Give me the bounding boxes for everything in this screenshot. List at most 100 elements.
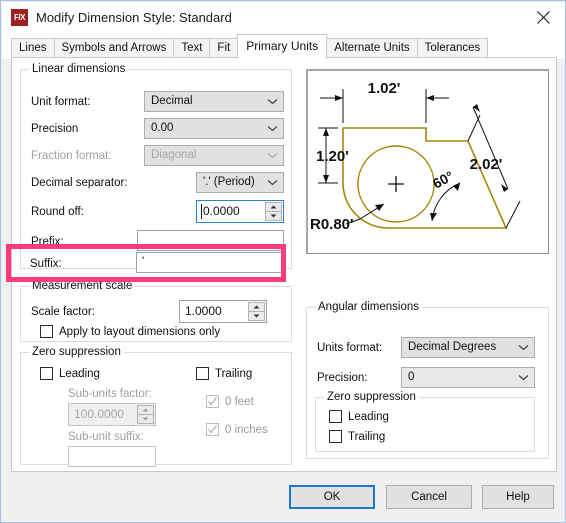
checkbox-box	[329, 430, 342, 443]
zero-suppression-angular-legend: Zero suppression	[324, 391, 419, 403]
zero-suppression-angular-group: Zero suppression Leading Trailing	[315, 391, 535, 452]
cancel-button[interactable]: Cancel	[386, 485, 472, 509]
angular-precision-combo[interactable]: 0	[401, 367, 535, 388]
scale-factor-spinner[interactable]: 1.0000	[179, 300, 267, 323]
linear-dimensions-group: Linear dimensions Unit format: Decimal P…	[20, 63, 292, 269]
sub-unit-suffix-label: Sub-unit suffix:	[68, 431, 144, 443]
apply-to-layout-dimensions-checkbox[interactable]: Apply to layout dimensions only	[40, 325, 220, 338]
angular-leading-label: Leading	[348, 410, 389, 423]
tab-text[interactable]: Text	[173, 38, 211, 59]
fraction-format-label: Fraction format:	[31, 150, 112, 162]
angular-leading-checkbox[interactable]: Leading	[329, 410, 389, 423]
unit-format-label: Unit format:	[31, 96, 91, 108]
angular-dimensions-group: Angular dimensions Units format: Decimal…	[306, 301, 549, 459]
tab-strip: Lines Symbols and Arrows Text Fit Primar…	[2, 32, 565, 59]
zero-feet-checkbox: 0 feet	[206, 395, 254, 408]
round-off-spin-buttons[interactable]	[265, 202, 282, 221]
help-button[interactable]: Help	[482, 485, 554, 509]
checkbox-box-checked	[206, 395, 219, 408]
checkbox-box	[40, 325, 53, 338]
preview-left-height-label: 1.20'	[316, 148, 349, 165]
checkbox-box	[40, 367, 53, 380]
sub-units-factor-label: Sub-units factor:	[68, 388, 152, 400]
chevron-down-icon	[518, 368, 529, 387]
spinner-down-icon	[137, 415, 154, 424]
decimal-separator-label: Decimal separator:	[31, 177, 128, 189]
preview-slant-length-label: 2.02'	[470, 156, 503, 173]
angular-precision-value: 0	[408, 371, 415, 383]
spinner-up-icon[interactable]	[248, 302, 265, 312]
prefix-label: Prefix:	[31, 236, 64, 248]
tab-list: Lines Symbols and Arrows Text Fit Primar…	[11, 32, 489, 59]
suffix-input[interactable]: '	[136, 252, 283, 273]
round-off-spinner[interactable]: 0.0000	[196, 200, 284, 223]
checkbox-box-checked	[206, 423, 219, 436]
angular-dimensions-legend: Angular dimensions	[315, 301, 423, 313]
scale-factor-spin-buttons[interactable]	[248, 302, 265, 321]
decimal-separator-combo[interactable]: '.' (Period)	[196, 172, 284, 193]
preview-radius-label: R0.80'	[310, 216, 354, 233]
angular-trailing-label: Trailing	[348, 430, 386, 443]
tab-fit[interactable]: Fit	[209, 38, 239, 59]
linear-trailing-checkbox[interactable]: Trailing	[196, 367, 252, 380]
angular-units-format-label: Units format:	[317, 342, 383, 354]
dimension-style-preview: 1.02' 1.20' 2.02' 60° R0.80'	[306, 69, 549, 254]
modify-dimension-style-dialog: F/X Modify Dimension Style: Standard Lin…	[0, 0, 566, 523]
suffix-label: Suffix:	[30, 258, 62, 270]
tab-alternate-units[interactable]: Alternate Units	[326, 38, 418, 59]
dialog-title: Modify Dimension Style: Standard	[36, 9, 232, 25]
scale-factor-value: 1.0000	[185, 304, 222, 318]
fraction-format-value: Diagonal	[151, 149, 197, 161]
sub-units-factor-spinner: 100.0000	[68, 403, 156, 426]
suffix-value: '	[142, 256, 145, 268]
tab-primary-units[interactable]: Primary Units	[237, 34, 328, 59]
apply-to-layout-dimensions-label: Apply to layout dimensions only	[59, 325, 221, 338]
precision-label: Precision	[31, 123, 79, 135]
zero-suppression-linear-group: Zero suppression Leading Trailing Sub-un…	[20, 346, 292, 467]
unit-format-combo[interactable]: Decimal	[144, 91, 284, 112]
angular-units-format-combo[interactable]: Decimal Degrees	[401, 337, 535, 358]
chevron-down-icon	[267, 119, 278, 138]
linear-trailing-label: Trailing	[215, 367, 253, 380]
checkbox-box	[329, 410, 342, 423]
spinner-down-icon[interactable]	[265, 212, 282, 221]
unit-format-value: Decimal	[151, 95, 193, 107]
spinner-up-icon[interactable]	[265, 202, 282, 212]
text-caret	[201, 204, 202, 219]
sub-units-factor-value: 100.0000	[74, 407, 125, 421]
spinner-down-icon[interactable]	[248, 312, 265, 321]
sub-unit-suffix-input	[68, 446, 156, 467]
precision-value: 0.00	[151, 122, 174, 134]
sub-units-factor-spin-buttons	[137, 405, 154, 424]
round-off-label: Round off:	[31, 206, 84, 218]
measurement-scale-legend: Measurement scale	[29, 280, 136, 292]
fraction-format-combo: Diagonal	[144, 145, 284, 166]
angular-trailing-checkbox[interactable]: Trailing	[329, 430, 385, 443]
fx-logo-icon: F/X	[11, 8, 28, 26]
zero-inches-checkbox: 0 inches	[206, 423, 268, 436]
angular-precision-label: Precision:	[317, 372, 368, 384]
chevron-down-icon	[267, 146, 278, 165]
zero-feet-label: 0 feet	[225, 395, 254, 408]
scale-factor-label: Scale factor:	[31, 306, 95, 318]
tab-symbols-and-arrows[interactable]: Symbols and Arrows	[53, 38, 175, 59]
ok-button[interactable]: OK	[289, 485, 375, 509]
linear-leading-checkbox[interactable]: Leading	[40, 367, 100, 380]
dialog-footer: OK Cancel Help	[2, 472, 565, 522]
checkbox-box	[196, 367, 209, 380]
linear-leading-label: Leading	[59, 367, 100, 380]
round-off-value: 0.0000	[203, 204, 240, 218]
chevron-down-icon	[267, 92, 278, 111]
angular-units-format-value: Decimal Degrees	[408, 341, 497, 353]
prefix-input[interactable]	[137, 230, 284, 251]
chevron-down-icon	[267, 173, 278, 192]
close-icon[interactable]	[520, 2, 565, 32]
measurement-scale-group: Measurement scale Scale factor: 1.0000 A…	[20, 280, 292, 342]
zero-suppression-linear-legend: Zero suppression	[29, 346, 124, 358]
decimal-separator-value: '.' (Period)	[203, 176, 255, 188]
primary-units-panel: Linear dimensions Unit format: Decimal P…	[11, 57, 557, 472]
tab-tolerances[interactable]: Tolerances	[416, 38, 489, 59]
tab-lines[interactable]: Lines	[11, 38, 55, 59]
precision-combo[interactable]: 0.00	[144, 118, 284, 139]
title-bar: F/X Modify Dimension Style: Standard	[2, 2, 565, 32]
